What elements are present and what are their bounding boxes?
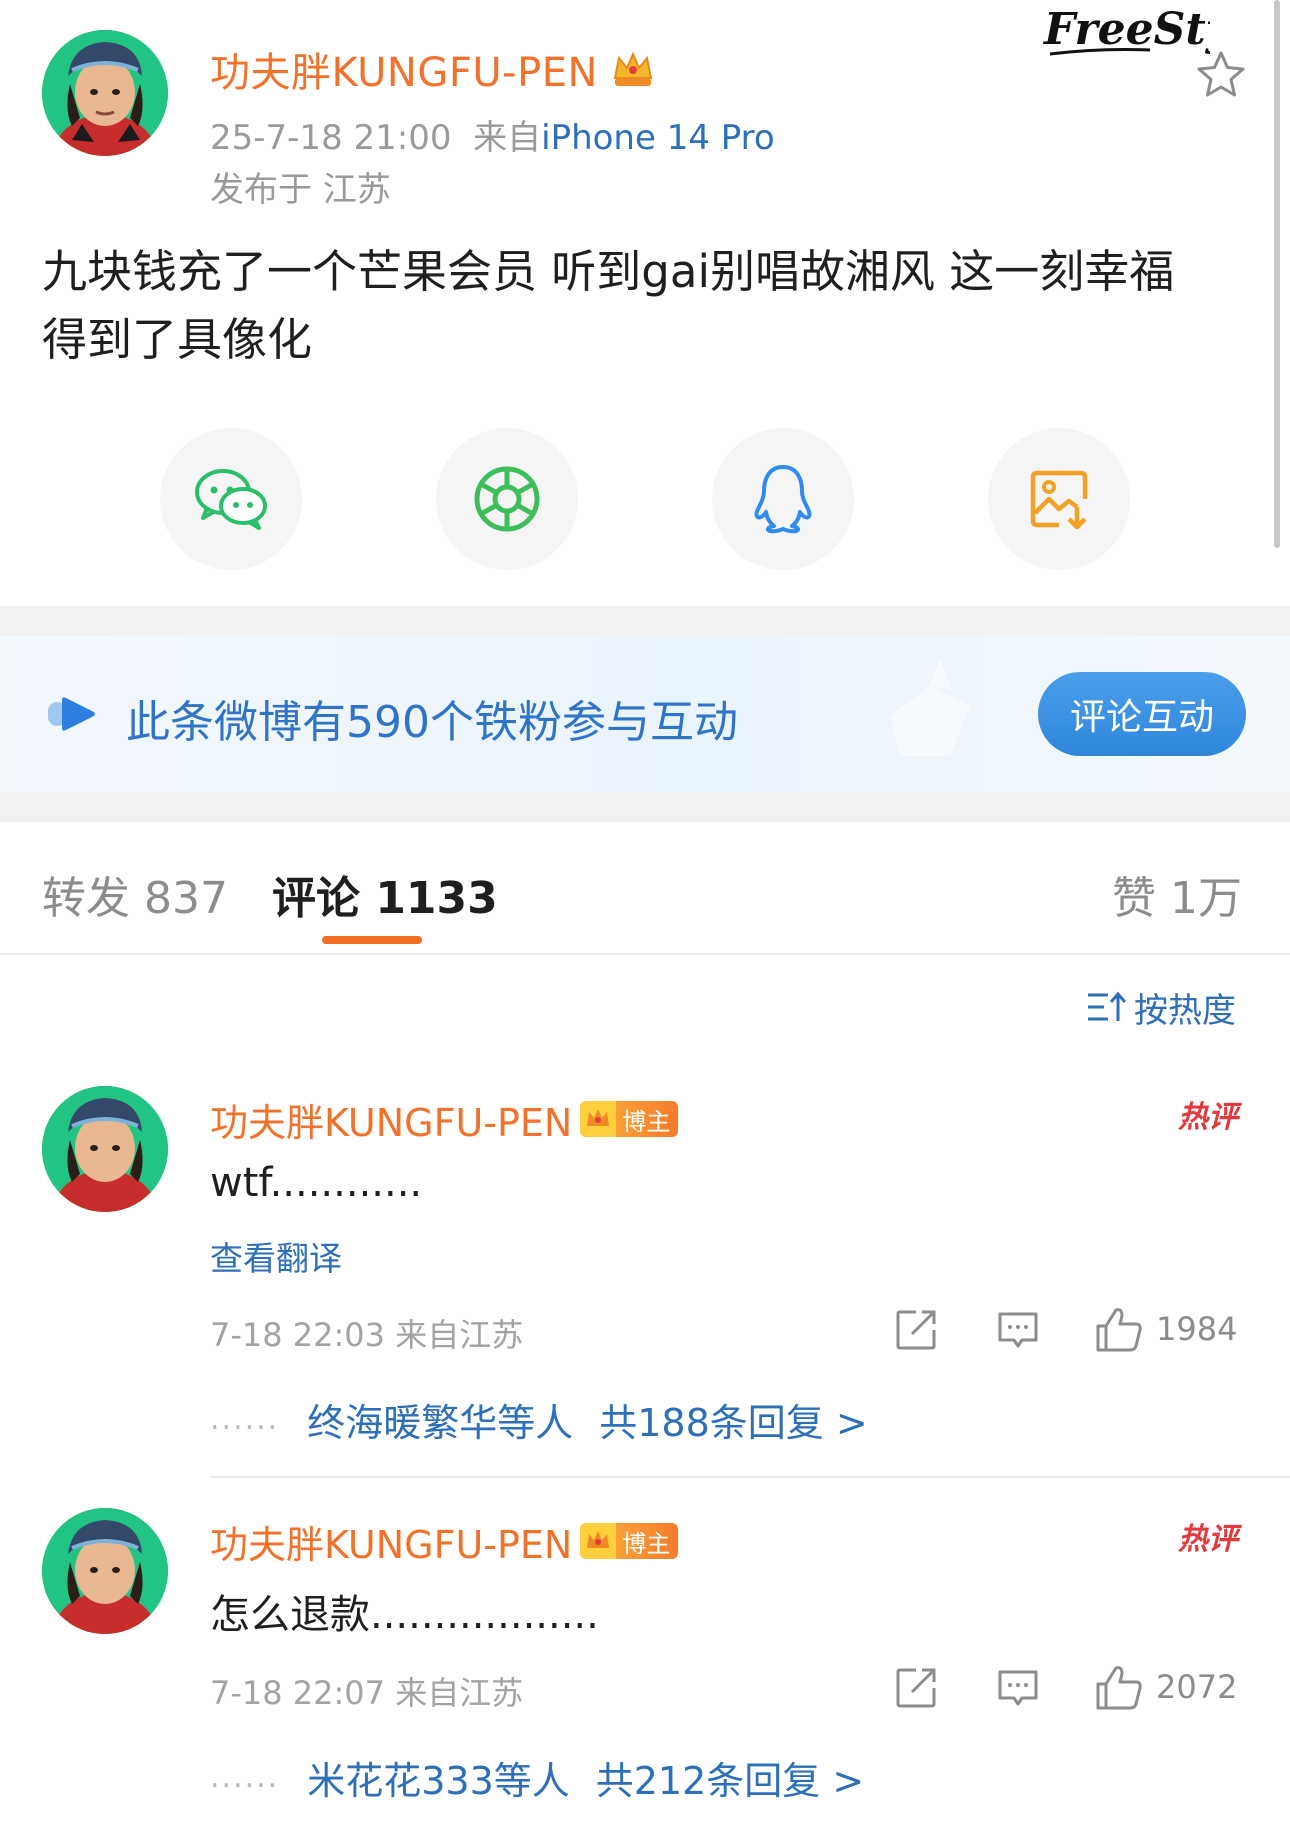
hot-comment-tag: 热评 (1178, 1100, 1238, 1135)
comment-avatar[interactable] (42, 1086, 168, 1212)
banner-decoration (890, 658, 970, 756)
comment-bubble-icon (998, 1670, 1038, 1706)
thumbs-up-icon (1096, 1666, 1142, 1710)
comment-text: 怎么退款.................. (210, 1592, 599, 1638)
post-from: 来自 (473, 118, 542, 158)
share-out-icon (896, 1668, 936, 1708)
comment-author-name[interactable]: 功夫胖KUNGFU-PEN (210, 1523, 572, 1567)
post-text-line-2: 得到了具像化 (42, 313, 313, 366)
blogger-badge: 博主 (580, 1101, 679, 1137)
comment-bubble-icon (998, 1312, 1038, 1348)
scrollbar[interactable] (1274, 0, 1280, 548)
like-count: 2072 (1156, 1668, 1238, 1706)
share-moments-button[interactable] (436, 428, 578, 570)
active-tab-indicator (322, 936, 422, 944)
reply-comment-button[interactable] (994, 1306, 1042, 1354)
view-translation-link[interactable]: 查看翻译 (210, 1232, 342, 1280)
comment-author-name[interactable]: 功夫胖KUNGFU-PEN (210, 1101, 572, 1145)
sort-label: 按热度 (1134, 990, 1236, 1031)
post-author-name-text[interactable]: 功夫胖KUNGFU-PEN (210, 50, 598, 96)
comment-text: wtf............ (210, 1160, 423, 1206)
qq-icon (754, 465, 812, 534)
freestyle-watermark-logo: FreeStyle (1040, 0, 1276, 62)
crown-badge-icon (580, 1523, 617, 1559)
sort-icon (1088, 991, 1126, 1021)
share-out-icon (896, 1310, 936, 1350)
post-time: 25-7-18 21:00 (210, 118, 452, 158)
fan-indicator-icon (48, 697, 95, 731)
crown-vip-icon (611, 48, 655, 100)
comment-meta: 7-18 22:07 来自江苏 (210, 1674, 524, 1712)
thumbs-up-icon (1096, 1308, 1142, 1352)
blogger-badge-label: 博主 (622, 1107, 671, 1136)
repost-comment-button[interactable] (892, 1664, 940, 1712)
sort-by-hot-button[interactable]: 按热度 (1086, 982, 1236, 1032)
hot-comment-tag: 热评 (1178, 1522, 1238, 1557)
comment-author[interactable]: 功夫胖KUNGFU-PEN 博主 (210, 1092, 679, 1147)
star-favorite-icon[interactable] (1194, 48, 1248, 102)
blogger-badge: 博主 (580, 1523, 679, 1559)
like-comment-button[interactable]: 1984 (1094, 1304, 1237, 1354)
repost-comment-button[interactable] (892, 1306, 940, 1354)
post-meta: 25-7-18 21:00 来自iPhone 14 Pro (210, 110, 775, 159)
post-text-line-1: 九块钱充了一个芒果会员 听到gai别唱故湘风 这一刻幸福 (42, 245, 1175, 298)
share-qq-button[interactable] (712, 428, 854, 570)
reply-dots: ...... (210, 1760, 280, 1795)
tab-like[interactable]: 赞 1万 (1112, 862, 1242, 926)
comment-avatar[interactable] (42, 1508, 168, 1634)
like-count: 1984 (1156, 1310, 1238, 1348)
tab-repost[interactable]: 转发 837 (42, 862, 228, 926)
section-separator-2 (0, 792, 1290, 822)
reply-preview-row[interactable]: ...... 终海暖繁华等人 共188条回复 > (210, 1392, 868, 1447)
post-device[interactable]: iPhone 14 Pro (541, 118, 775, 158)
fan-interaction-banner[interactable]: 此条微博有590个铁粉参与互动 评论互动 (0, 636, 1290, 792)
post-body: 九块钱充了一个芒果会员 听到gai别唱故湘风 这一刻幸福 得到了具像化 (42, 238, 1252, 374)
comment-divider (210, 1476, 1290, 1478)
moments-icon (474, 466, 540, 532)
tabs-divider (0, 953, 1290, 955)
reply-count[interactable]: 共212条回复 > (596, 1750, 864, 1805)
reply-dots: ...... (210, 1402, 280, 1437)
wechat-icon (195, 469, 267, 530)
post-location: 发布于 江苏 (210, 170, 391, 210)
post-author-name[interactable]: 功夫胖KUNGFU-PEN (210, 40, 655, 100)
reply-comment-button[interactable] (994, 1664, 1042, 1712)
reply-users[interactable]: 米花花333等人 (307, 1750, 570, 1805)
comment-interact-button[interactable]: 评论互动 (1038, 672, 1246, 756)
share-wechat-button[interactable] (160, 428, 302, 570)
svg-text:FreeStyle: FreeStyle (1042, 4, 1210, 55)
crown-badge-icon (580, 1101, 617, 1137)
save-image-icon (1030, 470, 1088, 530)
like-comment-button[interactable]: 2072 (1094, 1662, 1237, 1712)
reply-users[interactable]: 终海暖繁华等人 (307, 1392, 573, 1447)
author-avatar[interactable] (42, 30, 168, 156)
fan-interaction-text: 此条微博有590个铁粉参与互动 (126, 697, 738, 748)
blogger-badge-label: 博主 (622, 1529, 671, 1558)
reply-count[interactable]: 共188条回复 > (599, 1392, 867, 1447)
save-image-button[interactable] (988, 428, 1130, 570)
section-separator (0, 606, 1290, 636)
reply-preview-row[interactable]: ...... 米花花333等人 共212条回复 > (210, 1750, 864, 1805)
comment-meta: 7-18 22:03 来自江苏 (210, 1316, 524, 1354)
comment-author[interactable]: 功夫胖KUNGFU-PEN 博主 (210, 1514, 679, 1569)
tab-comment[interactable]: 评论 1133 (272, 862, 498, 926)
